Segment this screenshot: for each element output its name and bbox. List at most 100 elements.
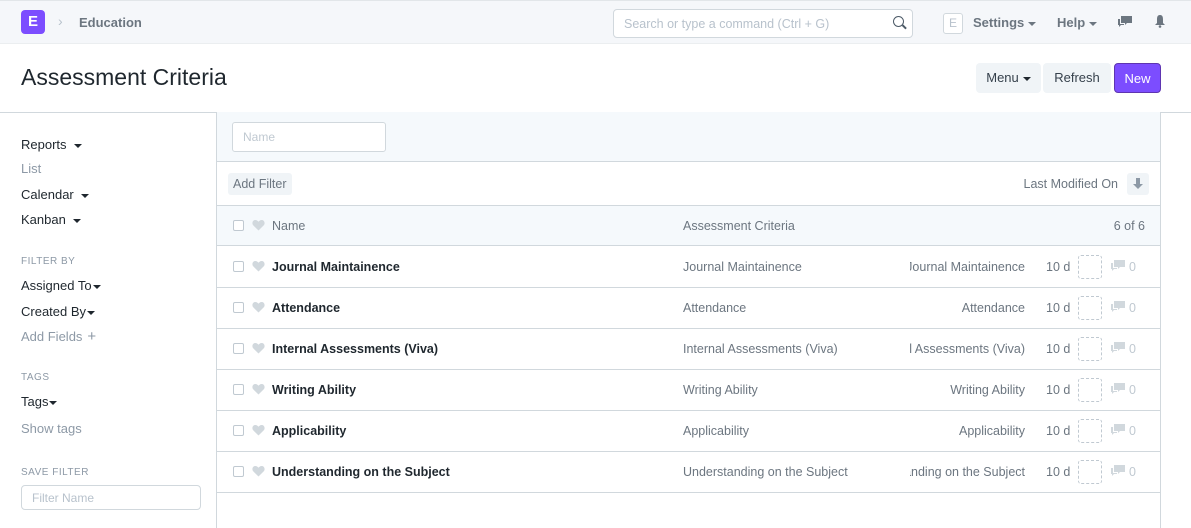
heart-icon[interactable] bbox=[252, 219, 265, 231]
row-name-link[interactable]: Applicability bbox=[272, 424, 346, 438]
row-checkbox[interactable] bbox=[233, 302, 244, 313]
settings-label: Settings bbox=[973, 15, 1025, 30]
row-checkbox[interactable] bbox=[233, 384, 244, 395]
row-checkbox[interactable] bbox=[233, 343, 244, 354]
new-button[interactable]: New bbox=[1114, 63, 1161, 93]
help-dropdown[interactable]: Help bbox=[1057, 15, 1098, 30]
heart-icon[interactable] bbox=[252, 301, 265, 313]
notification-bell-icon[interactable] bbox=[1154, 14, 1166, 28]
list-row[interactable]: Attendance Attendance Attendance 10 d 0 bbox=[217, 288, 1160, 329]
add-fields-link[interactable]: Add Fields + bbox=[21, 328, 96, 345]
tags-dropdown[interactable]: Tags bbox=[21, 394, 58, 409]
top-navbar: E › Education E Settings Help bbox=[0, 0, 1191, 44]
row-assessment-criteria: Applicability bbox=[683, 424, 750, 438]
list-row[interactable]: Internal Assessments (Viva) Internal Ass… bbox=[217, 329, 1160, 370]
list-row[interactable]: Applicability Applicability Applicabilit… bbox=[217, 411, 1160, 452]
row-name-link[interactable]: Understanding on the Subject bbox=[272, 465, 450, 479]
search-icon[interactable] bbox=[893, 16, 904, 27]
standard-filter-area bbox=[217, 112, 1160, 162]
row-criteria-truncated: Writing Ability bbox=[950, 383, 1025, 397]
settings-dropdown[interactable]: Settings bbox=[973, 15, 1037, 30]
heart-icon[interactable] bbox=[252, 383, 265, 395]
caret-down-icon bbox=[1089, 21, 1098, 26]
sidebar-item-label: Kanban bbox=[21, 212, 66, 227]
menu-button[interactable]: Menu bbox=[976, 63, 1041, 93]
refresh-button[interactable]: Refresh bbox=[1043, 63, 1111, 93]
row-criteria-truncated: Applicability bbox=[958, 424, 1025, 438]
assign-avatar-placeholder[interactable] bbox=[1078, 419, 1102, 443]
sidebar-item-calendar[interactable]: Calendar bbox=[21, 187, 89, 202]
list-view: Add Filter Last Modified On Name Assessm… bbox=[216, 112, 1161, 528]
menu-label: Menu bbox=[986, 70, 1019, 85]
list-row[interactable]: Writing Ability Writing Ability Writing … bbox=[217, 370, 1160, 411]
breadcrumb-education[interactable]: Education bbox=[79, 15, 142, 30]
sidebar-item-kanban[interactable]: Kanban bbox=[21, 212, 81, 227]
filter-name-input[interactable] bbox=[21, 485, 201, 510]
heart-icon[interactable] bbox=[252, 465, 265, 477]
comment-icon bbox=[1111, 342, 1125, 353]
comment-icon bbox=[1111, 465, 1125, 476]
row-comment-count: 0 bbox=[1129, 260, 1136, 274]
heart-icon[interactable] bbox=[252, 342, 265, 354]
comment-icon bbox=[1111, 301, 1125, 312]
row-modified: 10 d bbox=[1046, 383, 1071, 397]
row-checkbox[interactable] bbox=[233, 425, 244, 436]
row-modified: 10 d bbox=[1046, 260, 1071, 274]
row-assessment-criteria: Writing Ability bbox=[683, 383, 758, 397]
select-all-checkbox[interactable] bbox=[233, 220, 244, 231]
row-modified: 10 d bbox=[1046, 424, 1071, 438]
assigned-to-label: Assigned To bbox=[21, 278, 92, 293]
row-comment-count: 0 bbox=[1129, 383, 1136, 397]
heart-icon[interactable] bbox=[252, 260, 265, 272]
row-assessment-criteria: Internal Assessments (Viva) bbox=[683, 342, 838, 356]
sidebar-item-list[interactable]: List bbox=[21, 161, 41, 176]
created-by-label: Created By bbox=[21, 304, 87, 319]
user-avatar[interactable]: E bbox=[943, 13, 963, 34]
row-name-link[interactable]: Writing Ability bbox=[272, 383, 356, 397]
sort-by-selector[interactable]: Last Modified On bbox=[1024, 177, 1119, 191]
comment-icon bbox=[1111, 383, 1125, 394]
row-comment-count: 0 bbox=[1129, 424, 1136, 438]
heart-icon[interactable] bbox=[252, 424, 265, 436]
row-criteria-truncated: Understanding on the Subject bbox=[910, 465, 1025, 479]
row-name-link[interactable]: Journal Maintainence bbox=[272, 260, 400, 274]
row-checkbox[interactable] bbox=[233, 466, 244, 477]
list-row[interactable]: Journal Maintainence Journal Maintainenc… bbox=[217, 247, 1160, 288]
row-checkbox[interactable] bbox=[233, 261, 244, 272]
assign-avatar-placeholder[interactable] bbox=[1078, 255, 1102, 279]
assign-avatar-placeholder[interactable] bbox=[1078, 296, 1102, 320]
row-comment-count: 0 bbox=[1129, 465, 1136, 479]
row-modified: 10 d bbox=[1046, 465, 1071, 479]
assign-avatar-placeholder[interactable] bbox=[1078, 460, 1102, 484]
name-filter-input[interactable] bbox=[232, 122, 386, 152]
row-name-link[interactable]: Internal Assessments (Viva) bbox=[272, 342, 438, 356]
column-header-assessment-criteria: Assessment Criteria bbox=[683, 219, 795, 233]
show-tags-link[interactable]: Show tags bbox=[21, 421, 82, 436]
add-filter-button[interactable]: Add Filter bbox=[228, 173, 292, 195]
caret-down-icon bbox=[1028, 21, 1037, 26]
filter-bar: Add Filter Last Modified On bbox=[217, 163, 1160, 206]
created-by-dropdown[interactable]: Created By bbox=[21, 304, 96, 319]
row-assessment-criteria: Journal Maintainence bbox=[683, 260, 802, 274]
row-name-link[interactable]: Attendance bbox=[272, 301, 340, 315]
sort-order-down-arrow-icon[interactable] bbox=[1127, 173, 1149, 195]
row-criteria-truncated: Attendance bbox=[961, 301, 1025, 315]
list-row[interactable]: Understanding on the Subject Understandi… bbox=[217, 452, 1160, 493]
result-count: 6 of 6 bbox=[1113, 219, 1145, 233]
row-modified: 10 d bbox=[1046, 301, 1071, 315]
filter-by-heading: FILTER BY bbox=[21, 256, 76, 267]
assign-avatar-placeholder[interactable] bbox=[1078, 378, 1102, 402]
column-header-name[interactable]: Name bbox=[272, 219, 305, 233]
list-header: Name Assessment Criteria 6 of 6 bbox=[217, 206, 1160, 246]
row-assessment-criteria: Attendance bbox=[683, 301, 747, 315]
assigned-to-dropdown[interactable]: Assigned To bbox=[21, 278, 101, 293]
tags-label: Tags bbox=[21, 394, 49, 409]
row-comment-count: 0 bbox=[1129, 342, 1136, 356]
assign-avatar-placeholder[interactable] bbox=[1078, 337, 1102, 361]
search-input[interactable] bbox=[613, 9, 913, 38]
add-fields-label: Add Fields bbox=[21, 329, 83, 344]
chat-icon[interactable] bbox=[1117, 14, 1133, 28]
sidebar-item-reports[interactable]: Reports bbox=[21, 137, 82, 152]
caret-down-icon bbox=[80, 193, 89, 198]
app-logo[interactable]: E bbox=[21, 10, 45, 34]
